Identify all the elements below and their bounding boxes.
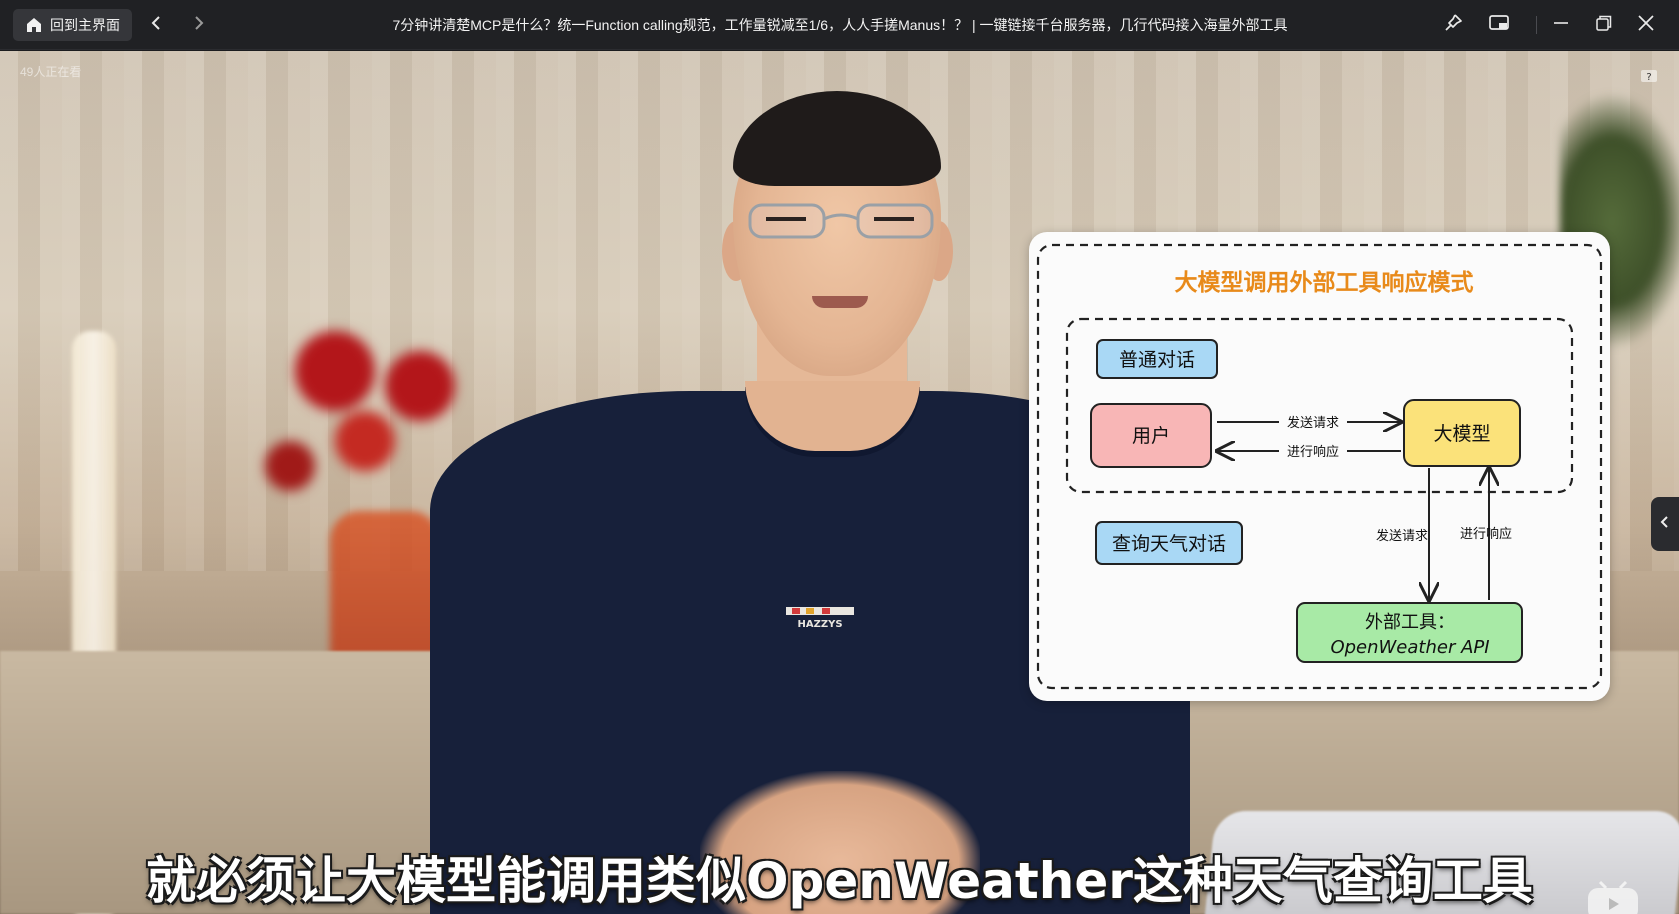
edge-send-label: 发送请求	[1287, 415, 1339, 431]
video-player[interactable]: HAZZYS 49人正在看 ? 大模型调用外部工具响应模式 普通对话 用户 大模…	[0, 51, 1679, 914]
diagram-card: 大模型调用外部工具响应模式 普通对话 用户 大模型 发送请求 进行响应 查询天气…	[1029, 232, 1610, 701]
close-button[interactable]	[1631, 10, 1661, 40]
chevron-left-icon	[1659, 515, 1671, 534]
forward-button[interactable]	[184, 10, 214, 40]
shirt-logo-text: HAZZYS	[797, 619, 842, 629]
label-weather-dialog: 查询天气对话	[1112, 533, 1226, 555]
picture-in-picture-icon	[1488, 13, 1510, 38]
pip-button[interactable]	[1484, 10, 1514, 40]
restore-button[interactable]	[1589, 10, 1619, 40]
back-button[interactable]	[141, 10, 171, 40]
bilibili-tv-icon	[1588, 880, 1638, 914]
node-tool-line1: 外部工具：	[1365, 612, 1455, 633]
minimize-icon	[1552, 14, 1570, 37]
title-bar: 回到主界面 7分钟讲清楚MCP是什么？统一Function calling规范，…	[0, 0, 1679, 50]
close-icon	[1637, 14, 1655, 37]
pin-icon	[1442, 12, 1464, 39]
edge-send-down-label: 发送请求	[1376, 528, 1428, 544]
forward-icon	[192, 15, 206, 36]
restore-icon	[1595, 14, 1613, 37]
edge-respond-up-label: 进行响应	[1460, 526, 1512, 542]
back-icon	[149, 15, 163, 36]
window-title: 7分钟讲清楚MCP是什么？统一Function calling规范，工作量锐减至…	[392, 17, 1288, 33]
edge-respond-label: 进行响应	[1287, 444, 1339, 460]
home-button-label: 回到主界面	[50, 17, 120, 33]
node-llm: 大模型	[1433, 423, 1490, 445]
viewers-count: 49人正在看	[20, 65, 82, 79]
svg-text:?: ?	[1646, 72, 1651, 83]
presenter-mouth	[812, 296, 868, 308]
titlebar-divider	[1536, 16, 1537, 34]
home-icon	[25, 16, 43, 34]
presenter-glasses	[748, 203, 934, 239]
shirt-logo: HAZZYS	[786, 607, 854, 629]
home-button[interactable]: 回到主界面	[13, 9, 132, 41]
help-icon[interactable]: ?	[1640, 69, 1658, 85]
side-panel-toggle[interactable]	[1651, 497, 1679, 551]
node-user: 用户	[1132, 425, 1170, 447]
diagram-title: 大模型调用外部工具响应模式	[1175, 269, 1474, 296]
video-subtitle: 就必须让大模型能调用类似OpenWeather这种天气查询工具	[146, 852, 1533, 910]
label-normal-dialog: 普通对话	[1119, 349, 1195, 371]
node-tool-line2: OpenWeather API	[1330, 637, 1489, 658]
diagram-canvas: 大模型调用外部工具响应模式 普通对话 用户 大模型 发送请求 进行响应 查询天气…	[1036, 243, 1603, 690]
pin-button[interactable]	[1438, 10, 1468, 40]
presenter-hair	[733, 91, 941, 186]
minimize-button[interactable]	[1546, 10, 1576, 40]
